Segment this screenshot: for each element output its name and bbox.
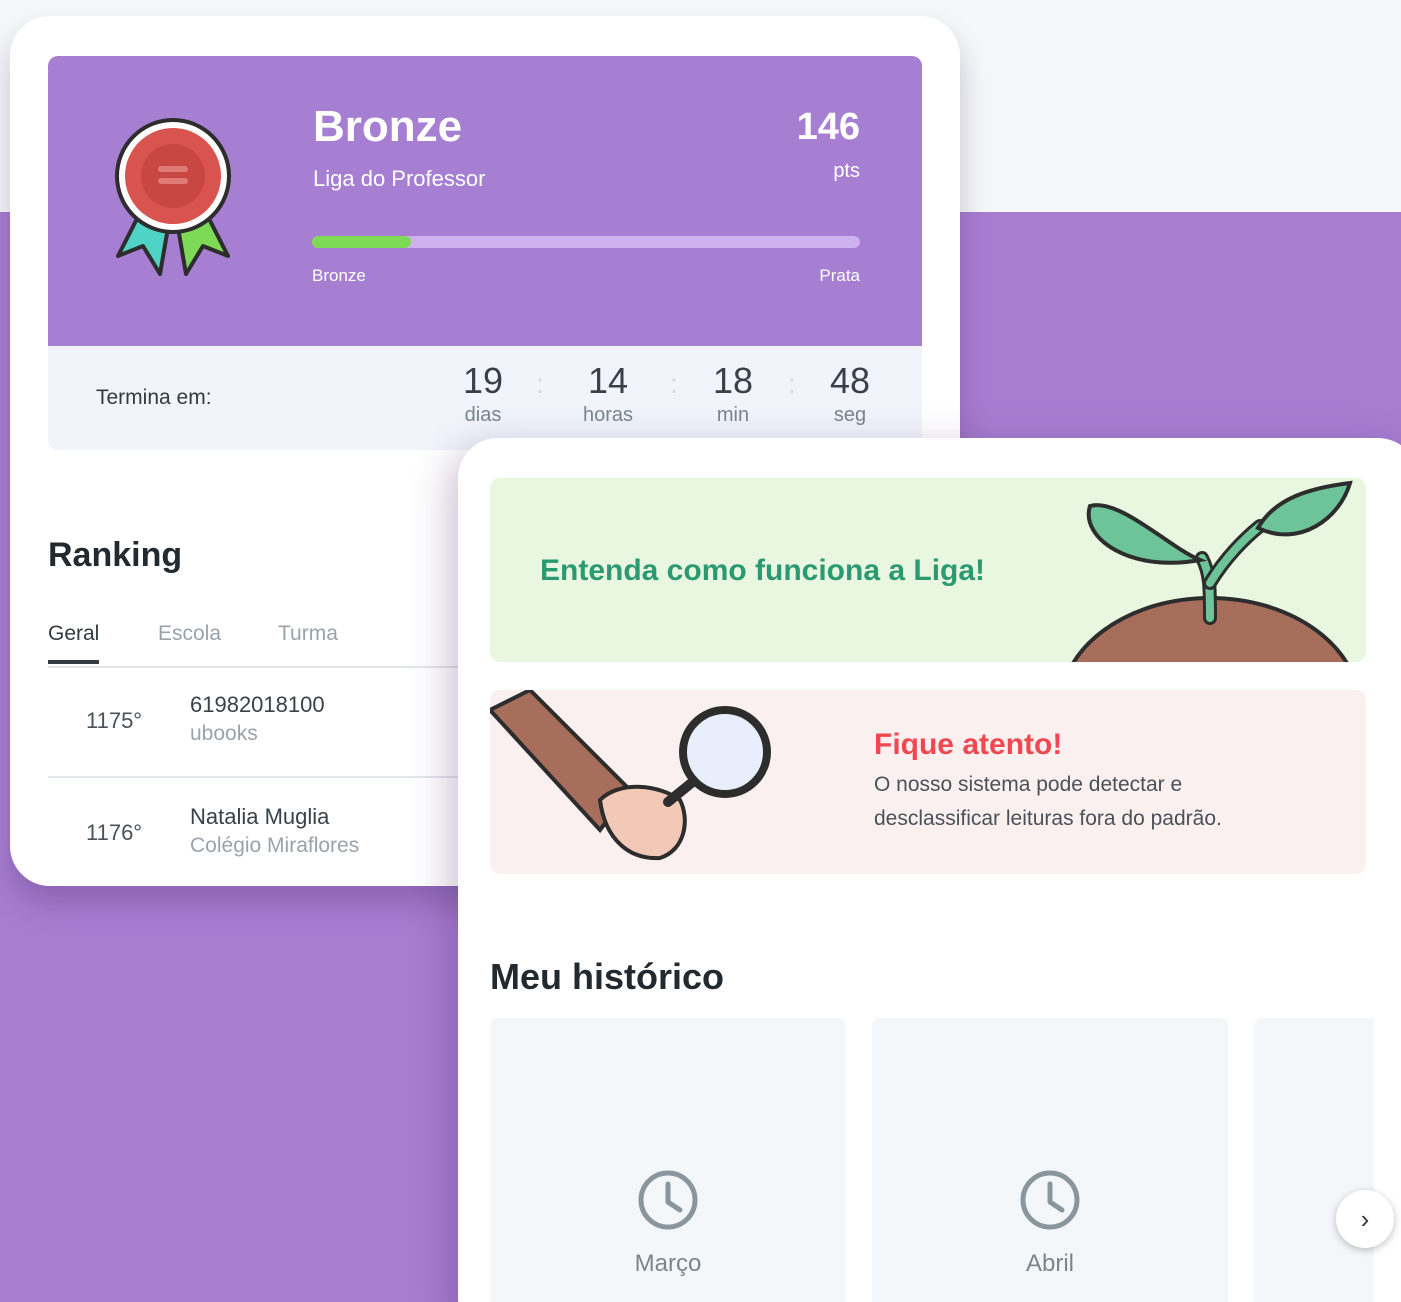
rank-name: Natalia Muglia	[190, 804, 330, 829]
alert-text: O nosso sistema pode detectar e desclass…	[874, 773, 1222, 830]
countdown-separator: :	[788, 368, 796, 399]
how-it-works-banner[interactable]: Entenda como funciona a Liga!	[490, 478, 1366, 662]
history-card[interactable]	[1254, 1018, 1374, 1302]
countdown-separator: :	[670, 368, 678, 399]
tab-geral[interactable]: Geral	[48, 622, 100, 664]
clock-icon	[638, 1170, 698, 1230]
ranking-tabs: Geral Escola Turma	[48, 622, 468, 668]
countdown-unit-label: horas	[582, 404, 634, 426]
history-month-label: Março	[634, 1250, 702, 1277]
countdown-label: Termina em:	[96, 386, 212, 409]
league-progress-bar	[312, 236, 860, 248]
countdown-unit-label: seg	[833, 404, 867, 426]
rank-school: Colégio Miraflores	[190, 834, 360, 857]
progress-start-label: Bronze	[312, 266, 366, 285]
countdown-value: 18	[712, 360, 754, 401]
rank-position: 1175°	[86, 708, 143, 733]
tab-turma[interactable]: Turma	[278, 622, 338, 660]
history-title: Meu histórico	[490, 956, 725, 997]
table-row[interactable]: 1175° 61982018100 ubooks	[48, 668, 468, 778]
countdown-seconds: 48 seg	[810, 360, 890, 427]
rank-school: ubooks	[190, 722, 258, 745]
history-month-label: Abril	[1025, 1250, 1074, 1277]
rank-name: 61982018100	[190, 692, 325, 717]
countdown-value: 14	[587, 360, 629, 401]
league-subtitle: Liga do Professor	[313, 166, 486, 191]
countdown-unit-label: min	[716, 404, 750, 426]
ranking-title: Ranking	[48, 536, 183, 574]
how-it-works-text: Entenda como funciona a Liga!	[540, 554, 986, 587]
medal-icon	[115, 118, 231, 276]
magnifier-hand-icon	[490, 690, 771, 861]
countdown-unit-label: dias	[464, 404, 502, 426]
points-label: pts	[833, 160, 860, 182]
points-value: 146	[796, 106, 860, 148]
chevron-right-icon: ›	[1360, 1203, 1370, 1234]
countdown: Termina em: 19 dias : 14 horas : 18 min …	[48, 346, 922, 450]
sprout-icon	[1071, 480, 1353, 662]
rank-position: 1176°	[86, 820, 143, 845]
tab-escola[interactable]: Escola	[158, 622, 221, 660]
countdown-days: 19 dias	[443, 360, 523, 427]
league-header: Bronze Liga do Professor 146 pts Bronze …	[48, 56, 922, 346]
countdown-separator: :	[536, 368, 544, 399]
progress-end-label: Prata	[819, 266, 860, 285]
alert-title: Fique atento!	[874, 728, 1063, 761]
countdown-value: 19	[462, 360, 504, 401]
next-button[interactable]: ›	[1336, 1190, 1394, 1248]
countdown-value: 48	[829, 360, 871, 401]
league-name: Bronze	[313, 102, 463, 151]
table-row[interactable]: 1176° Natalia Muglia Colégio Miraflores	[48, 780, 468, 886]
info-card: Entenda como funciona a Liga! Fique aten…	[458, 438, 1401, 1302]
alert-banner: Fique atento! O nosso sistema pode detec…	[490, 690, 1366, 874]
history-card[interactable]: Abril	[872, 1018, 1228, 1302]
clock-icon	[1020, 1170, 1080, 1230]
countdown-hours: 14 horas	[568, 360, 648, 427]
league-progress-fill	[312, 236, 411, 248]
history-card[interactable]: Março	[490, 1018, 846, 1302]
countdown-minutes: 18 min	[693, 360, 773, 427]
